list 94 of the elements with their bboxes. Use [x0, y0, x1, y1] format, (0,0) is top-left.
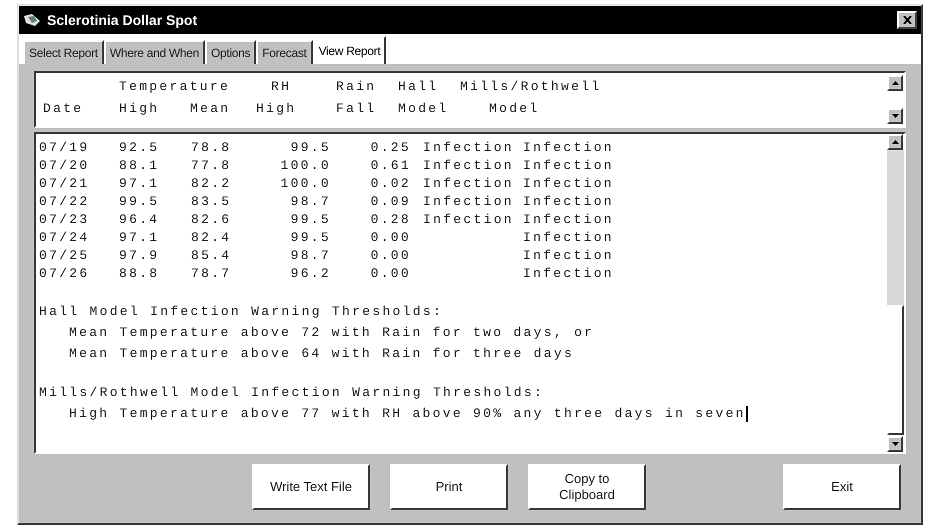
column-header: Model	[489, 101, 540, 116]
table-cell: 99.5	[119, 194, 160, 209]
table-cell: 07/21	[39, 176, 90, 191]
column-header: Mills/Rothwell	[460, 78, 602, 96]
table-cell: Infection	[423, 194, 514, 209]
table-cell: 96.2	[290, 266, 331, 281]
table-cell: 82.6	[191, 212, 232, 227]
column-header: Model	[398, 101, 449, 116]
table-cell: 82.4	[191, 230, 232, 245]
table-cell: Infection	[523, 194, 614, 209]
scroll-down-button[interactable]	[887, 436, 903, 452]
table-cell: 77.8	[191, 158, 232, 173]
up-arrow-icon	[892, 81, 898, 85]
table-cell: Infection	[523, 248, 614, 263]
table-cell: 07/22	[39, 194, 90, 209]
report-text-area[interactable]	[34, 132, 906, 454]
table-cell: 07/25	[39, 248, 90, 263]
table-cell: 0.09	[370, 194, 411, 209]
table-cell: 99.5	[290, 212, 331, 227]
table-cell: 92.5	[119, 140, 160, 155]
scroll-up-button[interactable]	[887, 134, 903, 150]
table-cell: 0.00	[370, 248, 411, 263]
table-cell: 07/23	[39, 212, 90, 227]
column-header: Mean	[190, 101, 230, 116]
column-header: Temperature	[119, 78, 232, 96]
up-arrow-icon	[892, 140, 898, 144]
table-cell: Infection	[423, 176, 514, 191]
table-cell: Infection	[523, 140, 614, 155]
table-cell: 0.00	[370, 230, 411, 245]
tab[interactable]: Forecast	[256, 40, 313, 64]
threshold-heading: Hall Model Infection Warning Thresholds:	[39, 303, 444, 321]
table-cell: Infection	[523, 266, 614, 281]
table-cell: 100.0	[280, 158, 331, 173]
table-cell: Infection	[523, 158, 614, 173]
column-header: High	[119, 101, 160, 116]
table-cell: 0.02	[370, 176, 411, 191]
text-cursor	[746, 406, 748, 422]
table-cell: 85.4	[191, 248, 232, 263]
table-cell: 82.2	[191, 176, 232, 191]
table-cell: 07/19	[39, 140, 90, 155]
table-cell: 0.00	[370, 266, 411, 281]
column-header: Hall	[398, 78, 440, 96]
table-cell: 0.28	[370, 212, 411, 227]
table-cell: 97.1	[119, 176, 160, 191]
table-cell: 07/26	[39, 266, 90, 281]
table-cell: Infection	[423, 158, 514, 173]
scroll-up-button[interactable]	[887, 75, 903, 91]
close-button[interactable]	[897, 11, 917, 29]
table-cell: Infection	[523, 176, 614, 191]
threshold-heading: Mills/Rothwell Model Infection Warning Thresholds:	[39, 384, 544, 402]
threshold-text: Mean Temperature above 64 with Rain for three days	[69, 345, 574, 363]
window-title: Sclerotinia Dollar Spot	[47, 10, 198, 30]
table-cell: 97.9	[119, 248, 160, 263]
table-cell: 98.7	[290, 248, 331, 263]
table-cell: 07/20	[39, 158, 90, 173]
table-cell: 99.5	[290, 230, 331, 245]
table-cell: 88.8	[119, 266, 160, 281]
table-cell: 83.5	[191, 194, 232, 209]
dialog-button[interactable]: Exit	[783, 464, 901, 510]
table-cell: 100.0	[280, 176, 331, 191]
tab[interactable]: Where and When	[104, 40, 205, 64]
app-icon	[23, 13, 41, 27]
column-header: Rain	[336, 78, 378, 96]
table-cell: Infection	[523, 212, 614, 227]
dialog-button[interactable]: Print	[390, 464, 508, 510]
table-cell: 78.7	[191, 266, 232, 281]
table-cell: 99.5	[290, 140, 331, 155]
column-header: Fall	[336, 101, 376, 116]
table-cell: 96.4	[119, 212, 160, 227]
column-header: Date	[42, 101, 84, 116]
tab[interactable]: Options	[205, 40, 256, 64]
table-cell: 97.1	[119, 230, 160, 245]
scroll-down-button[interactable]	[887, 108, 903, 124]
table-cell: 88.1	[119, 158, 160, 173]
down-arrow-icon	[892, 114, 898, 118]
table-cell: 07/24	[39, 230, 90, 245]
table-cell: Infection	[423, 140, 514, 155]
column-header: High	[256, 101, 296, 116]
table-cell: 0.25	[370, 140, 411, 155]
dialog-button[interactable]: Write Text File	[252, 464, 370, 510]
table-cell: 0.61	[370, 158, 411, 173]
table-cell: Infection	[523, 230, 614, 245]
table-cell: 78.8	[191, 140, 232, 155]
tab[interactable]: Select Report	[23, 40, 104, 64]
scrollbar[interactable]	[887, 134, 904, 452]
table-cell: 98.7	[290, 194, 331, 209]
dialog-button[interactable]: Copy to Clipboard	[528, 464, 646, 510]
down-arrow-icon	[892, 442, 898, 446]
threshold-text: Mean Temperature above 72 with Rain for two days, or	[69, 324, 594, 342]
close-icon	[902, 16, 912, 24]
column-header: RH	[271, 78, 292, 96]
table-cell: Infection	[423, 212, 514, 227]
threshold-text: High Temperature above 77 with RH above 90% any three days in seven	[69, 405, 746, 423]
scroll-thumb[interactable]	[887, 305, 904, 435]
